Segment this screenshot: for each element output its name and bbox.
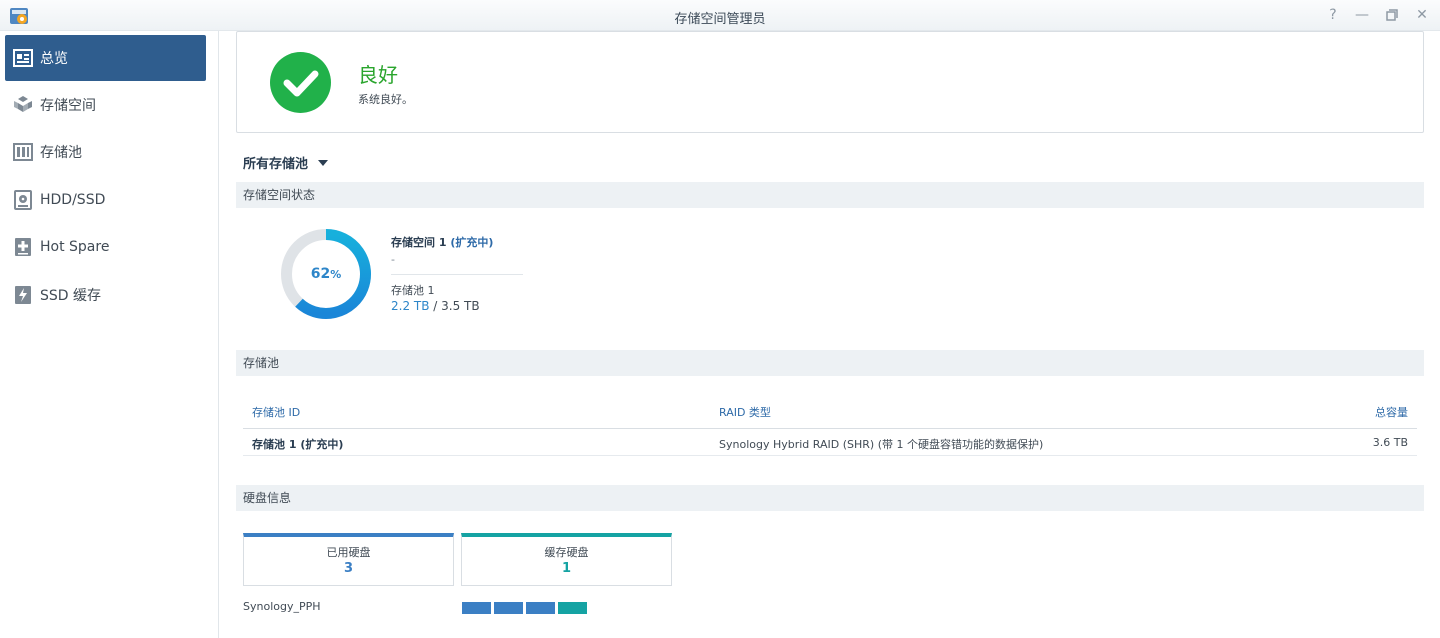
sidebar-item-label: Hot Spare — [40, 239, 110, 255]
disk-slot-cache[interactable] — [558, 602, 587, 614]
storage-pool-icon — [13, 142, 33, 162]
system-status-card: 良好 系统良好。 — [236, 31, 1424, 133]
raid-type-cell: Synology Hybrid RAID (SHR) (带 1 个硬盘容错功能的… — [719, 438, 1044, 451]
volume-name: 存储空间 1 (扩充中) — [391, 236, 494, 249]
volume-info-dash: - — [391, 253, 395, 266]
minimize-icon[interactable]: — — [1353, 6, 1371, 24]
pool-id-cell: 存储池 1 (扩充中) — [252, 438, 344, 451]
sidebar-item-hot-spare[interactable]: Hot Spare — [5, 224, 206, 270]
maximize-icon[interactable] — [1383, 6, 1401, 24]
status-title: 良好 — [358, 63, 398, 87]
sidebar-item-label: SSD 缓存 — [40, 288, 102, 304]
column-header-capacity[interactable]: 总容量 — [1375, 404, 1408, 420]
capacity-cell: 3.6 TB — [1372, 436, 1408, 449]
help-icon[interactable]: ? — [1324, 6, 1342, 24]
column-header-pool-id[interactable]: 存储池 ID — [252, 404, 300, 420]
storage-pool-heading: 存储池 — [236, 350, 1424, 376]
sidebar-item-storage-volume[interactable]: 存储空间 — [5, 82, 206, 128]
cache-disks-count: 1 — [561, 561, 572, 576]
overview-icon — [13, 48, 33, 68]
used-disks-card: 已用硬盘 3 — [243, 533, 454, 586]
divider — [391, 274, 523, 275]
used-disks-count: 3 — [343, 561, 354, 576]
divider — [243, 455, 1417, 456]
title-bar: 存储空间管理员 ? — ✕ — [0, 0, 1440, 31]
close-icon[interactable]: ✕ — [1413, 6, 1431, 24]
volume-pool-name: 存储池 1 — [391, 284, 435, 297]
cache-disks-card: 缓存硬盘 1 — [461, 533, 672, 586]
used-disks-label: 已用硬盘 — [326, 546, 371, 559]
disk-info-heading: 硬盘信息 — [236, 485, 1424, 511]
ssd-cache-icon — [13, 285, 33, 305]
volume-state: (扩充中) — [450, 236, 494, 249]
sidebar-item-label: 存储空间 — [40, 98, 96, 114]
hdd-icon — [13, 190, 33, 210]
main-content: 良好 系统良好。 所有存储池 存储空间状态 62% 存储空间 1 (扩充中) -… — [220, 31, 1440, 638]
window-title: 存储空间管理员 — [674, 12, 766, 27]
sidebar-item-hdd-ssd[interactable]: HDD/SSD — [5, 177, 206, 223]
volume-status-heading: 存储空间状态 — [236, 182, 1424, 208]
sidebar-item-label: 总览 — [40, 51, 68, 67]
caret-down-icon — [318, 159, 329, 166]
sidebar-item-overview[interactable]: 总览 — [5, 35, 206, 81]
divider — [243, 428, 1417, 429]
pool-filter-label: 所有存储池 — [243, 157, 309, 172]
disk-slot-used[interactable] — [462, 602, 491, 614]
disk-slot-used[interactable] — [494, 602, 523, 614]
sidebar-item-ssd-cache[interactable]: SSD 缓存 — [5, 272, 206, 318]
cache-disks-label: 缓存硬盘 — [544, 546, 589, 559]
storage-volume-icon — [13, 95, 33, 115]
total-capacity: 3.5 TB — [441, 299, 480, 313]
host-name: Synology_PPH — [243, 600, 321, 613]
column-header-raid-type[interactable]: RAID 类型 — [719, 404, 771, 420]
used-capacity: 2.2 TB — [391, 299, 430, 313]
disk-slot-used[interactable] — [526, 602, 555, 614]
sidebar-item-label: HDD/SSD — [40, 192, 106, 208]
status-description: 系统良好。 — [358, 93, 413, 106]
hot-spare-icon — [13, 237, 33, 257]
sidebar: 总览 存储空间 存储池 HDD/SSD Hot Spare SSD 缓存 — [0, 31, 219, 638]
health-check-icon — [270, 52, 331, 113]
usage-percent: 62% — [310, 266, 342, 282]
volume-capacity: 2.2 TB / 3.5 TB — [391, 299, 480, 313]
sidebar-item-label: 存储池 — [40, 145, 82, 161]
pool-filter-dropdown[interactable]: 所有存储池 — [243, 153, 329, 172]
sidebar-item-storage-pool[interactable]: 存储池 — [5, 129, 206, 175]
